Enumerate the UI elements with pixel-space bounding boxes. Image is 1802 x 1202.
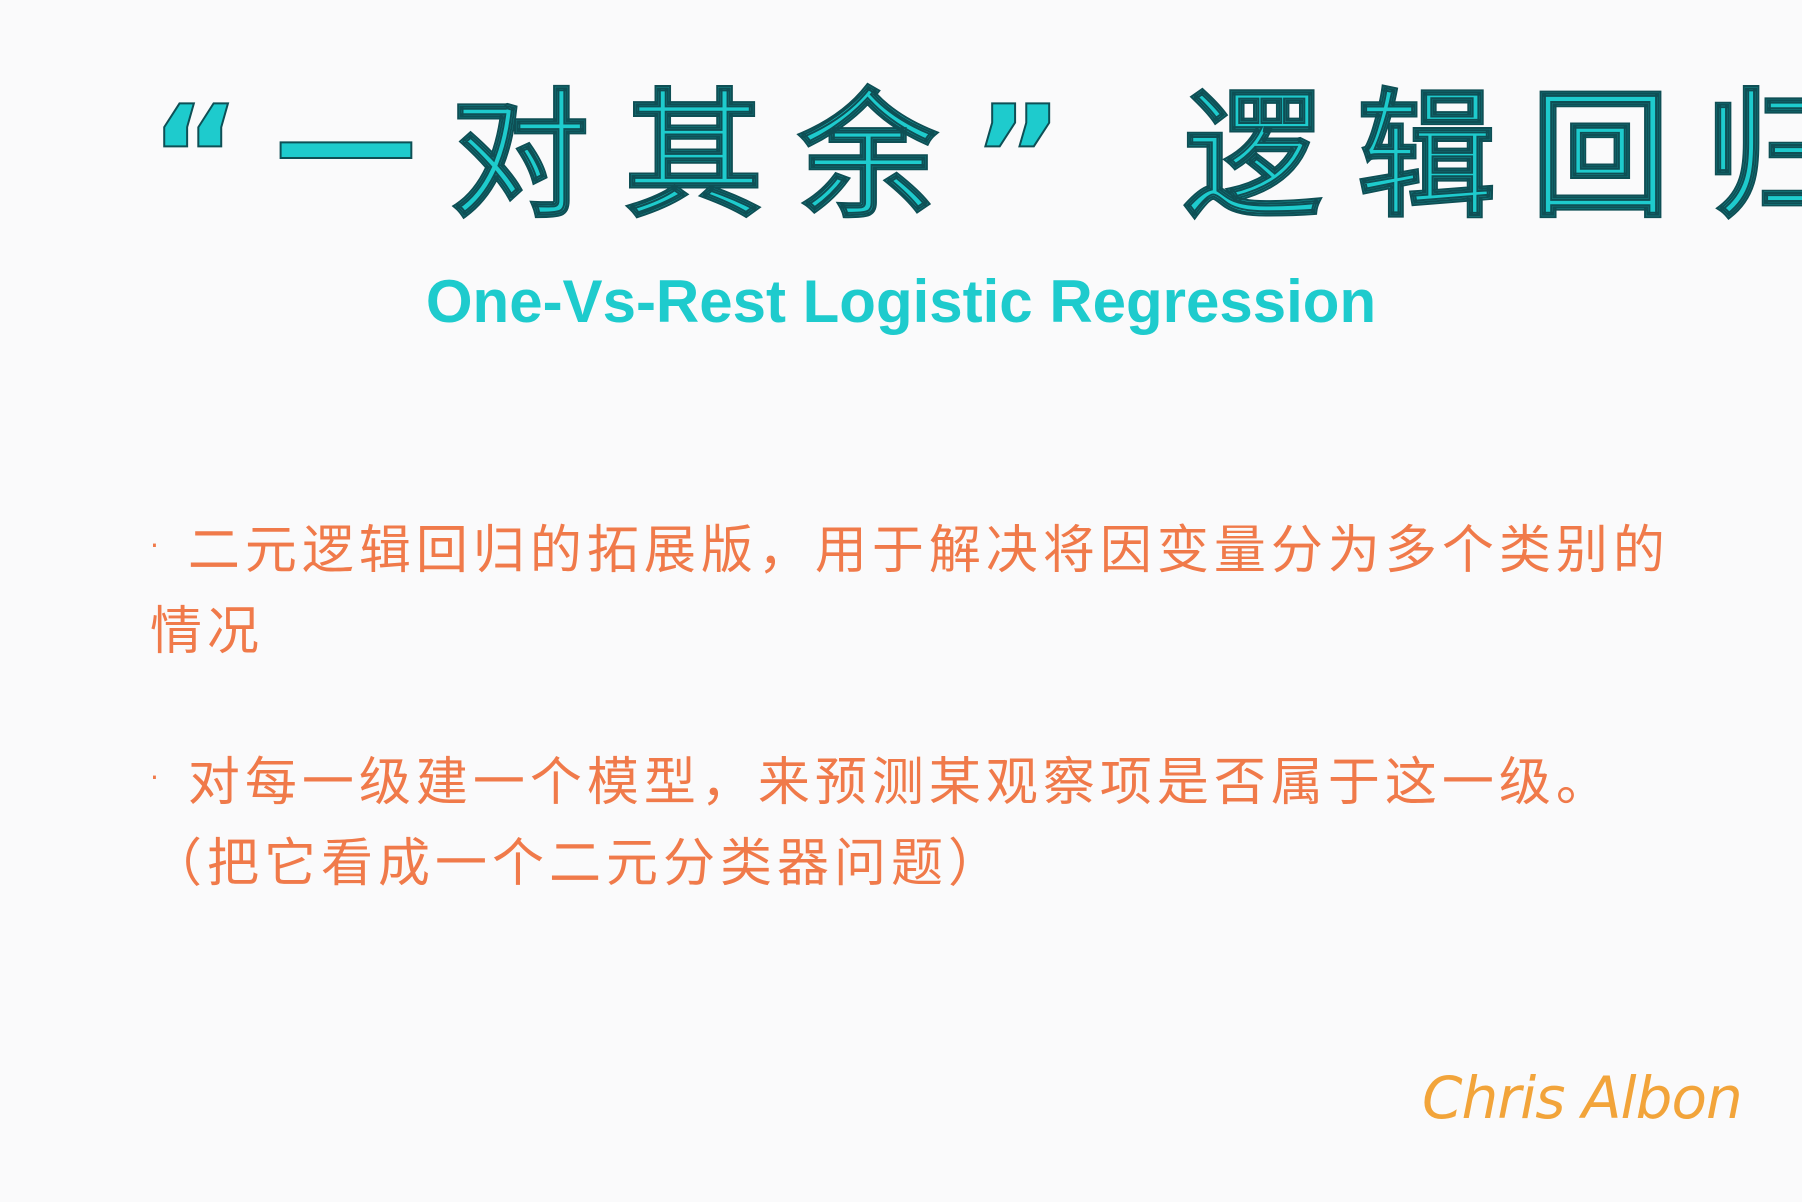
bullet-item: · 二元逻辑回归的拓展版，用于解决将因变量分为多个类别的情况 xyxy=(150,512,1670,671)
bullet-text: 对每一级建一个模型，来预测某观察项是否属于这一级。（把它看成一个二元分类器问题） xyxy=(150,753,1613,894)
bullet-item: · 对每一级建一个模型，来预测某观察项是否属于这一级。（把它看成一个二元分类器问题… xyxy=(150,744,1670,903)
bullet-marker: · xyxy=(150,761,164,794)
bullet-marker: · xyxy=(150,529,164,562)
bullet-text: 二元逻辑回归的拓展版，用于解决将因变量分为多个类别的情况 xyxy=(150,521,1670,662)
page: “一对其余” 逻辑回归 One-Vs-Rest Logistic Regress… xyxy=(0,0,1802,1202)
title-english: One-Vs-Rest Logistic Regression xyxy=(425,268,1377,335)
title-chinese: “一对其余” 逻辑回归 xyxy=(149,75,1802,238)
author-signature: Chris Albon xyxy=(1422,1064,1743,1132)
